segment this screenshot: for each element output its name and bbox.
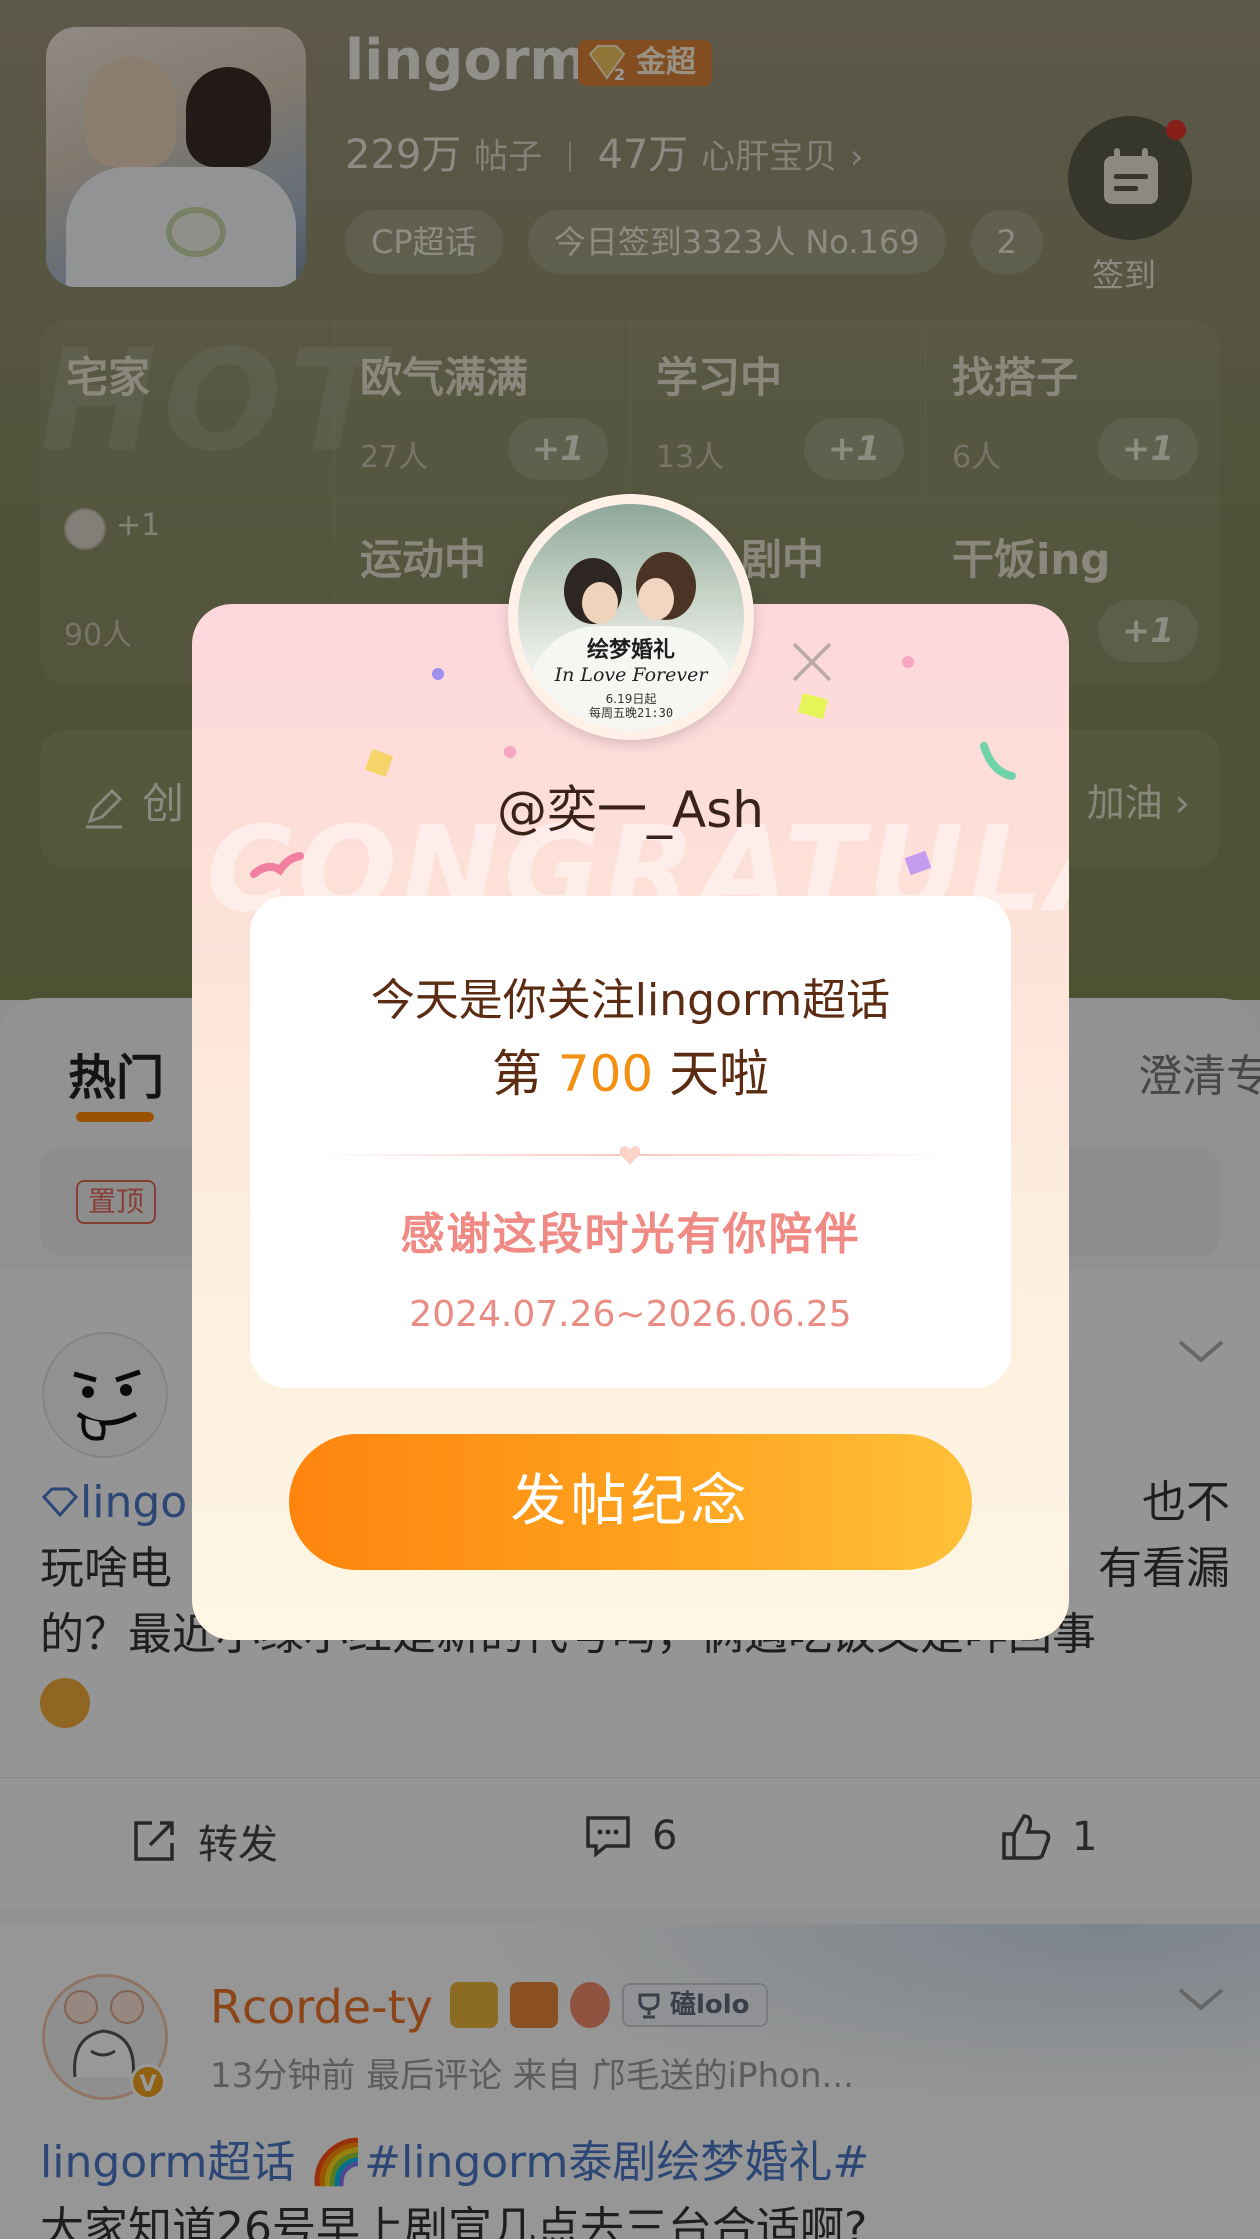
follow-message: 今天是你关注lingorm超话 bbox=[370, 975, 891, 1026]
date-range: 2024.07.26~2026.06.25 bbox=[409, 1294, 852, 1335]
heart-icon bbox=[619, 1146, 641, 1165]
avatar-image: 绘梦婚礼 In Love Forever 6.19日起 每周五晚21:30 bbox=[518, 504, 744, 730]
thanks-message: 感谢这段时光有你陪伴 bbox=[400, 1209, 861, 1260]
avatar-title-text: 绘梦婚礼 bbox=[586, 637, 675, 663]
avatar-time-text: 每周五晚21:30 bbox=[588, 706, 674, 720]
user-avatar[interactable]: 绘梦婚礼 In Love Forever 6.19日起 每周五晚21:30 bbox=[508, 494, 754, 740]
days-suffix: 天啦 bbox=[653, 1045, 770, 1103]
post-commemorate-button[interactable]: 发帖纪念 bbox=[289, 1434, 972, 1570]
days-count: 700 bbox=[557, 1045, 654, 1103]
close-icon[interactable] bbox=[790, 640, 834, 684]
days-prefix: 第 bbox=[491, 1045, 558, 1103]
anniversary-card: 今天是你关注lingorm超话 第 700 天啦 感谢这段时光有你陪伴 2024… bbox=[250, 896, 1011, 1388]
user-handle: @奕一_Ash bbox=[497, 781, 764, 839]
days-message: 第 700 天啦 bbox=[250, 1034, 1011, 1106]
avatar-script-text: In Love Forever bbox=[554, 664, 708, 686]
